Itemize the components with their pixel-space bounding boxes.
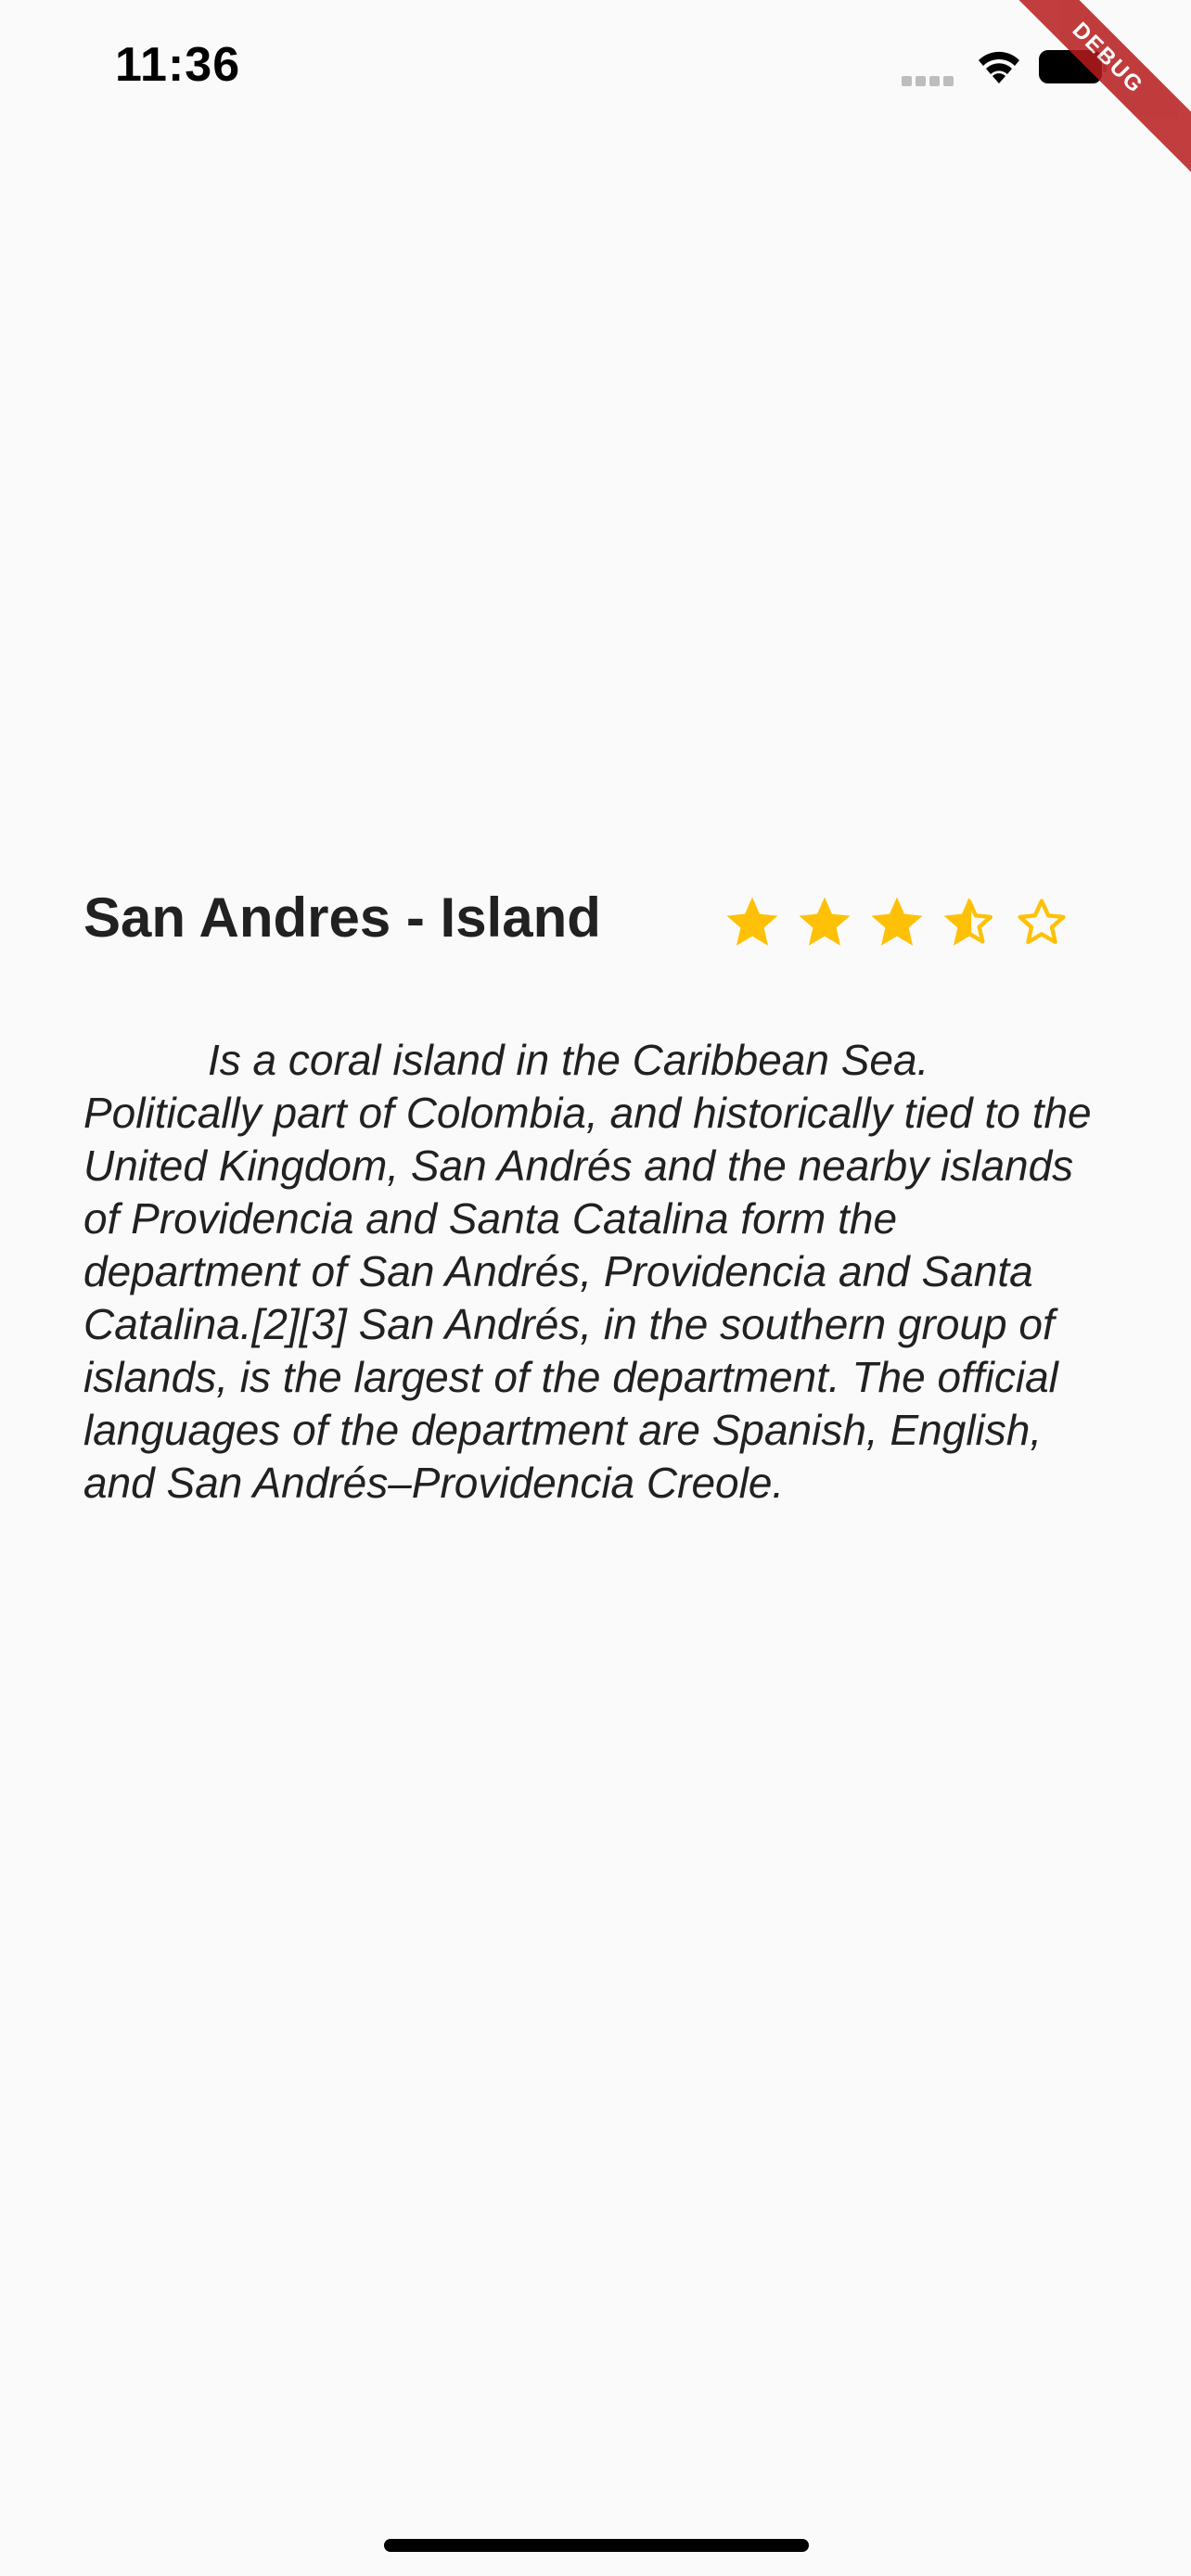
star-rating <box>722 886 1083 960</box>
home-indicator[interactable] <box>384 2539 809 2552</box>
star-full-icon <box>871 897 923 946</box>
place-title: San Andres - Island <box>83 886 601 949</box>
cellular-signal-icon <box>902 74 957 86</box>
star-full-icon <box>799 897 851 946</box>
wifi-icon <box>979 51 1019 83</box>
star-half-icon <box>943 897 993 946</box>
place-description: Is a coral island in the Caribbean Sea. … <box>83 1036 1092 1507</box>
status-time: 11:36 <box>115 38 241 92</box>
star-empty-icon <box>1018 899 1066 945</box>
star-full-icon <box>726 897 778 946</box>
place-card: San Andres - Island Is a coral island in… <box>83 886 1108 1507</box>
title-row: San Andres - Island <box>83 886 1108 960</box>
status-bar: 11:36 <box>0 0 1191 130</box>
